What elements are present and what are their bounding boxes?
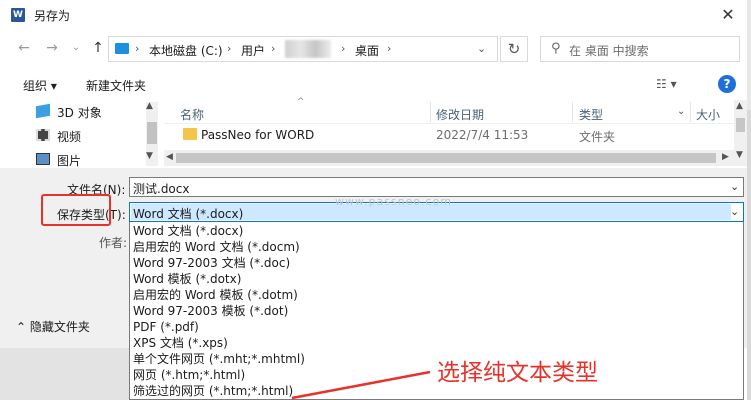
column-size[interactable]: 大小 [696,106,720,123]
horizontal-scroll-thumb[interactable] [176,153,716,163]
background-strip [747,110,751,400]
dropdown-option[interactable]: 筛选过的网页 (*.htm;*.html) [133,384,293,399]
breadcrumb-users[interactable]: 用户 [241,42,265,59]
scroll-down-icon[interactable]: ▼ [146,151,153,161]
organize-button[interactable]: 组织 ▾ [23,77,57,94]
dialog-title: 另存为 [34,9,71,23]
scroll-up-icon[interactable]: ▲ [146,101,153,111]
column-divider[interactable] [430,102,431,122]
dropdown-option[interactable]: 单个文件网页 (*.mht;*.mhtml) [133,352,305,367]
horizontal-scrollbar[interactable]: ◀ ▶ [164,150,734,166]
breadcrumb-separator-icon: › [387,42,392,55]
navpane-scroll-thumb[interactable] [147,122,157,144]
scroll-right-icon[interactable]: ▶ [722,152,729,162]
video-icon [36,129,50,141]
dropdown-option[interactable]: 网页 (*.htm;*.html) [133,368,245,383]
author-label: 作者: [99,236,128,250]
new-folder-button[interactable]: 新建文件夹 [86,77,146,94]
search-input[interactable]: ⚲ 在 桌面 中搜索 [540,36,740,62]
vertical-scroll-thumb[interactable] [736,118,745,132]
nav-item-3d-objects[interactable]: 3D 对象 [57,104,102,121]
column-divider[interactable] [690,102,691,122]
column-headers: ^ 名称 修改日期 类型 ⌄ 大小 [164,97,747,124]
filename-value: 测试.docx [133,182,190,196]
column-type[interactable]: 类型 [579,106,603,123]
scroll-left-icon[interactable]: ◀ [166,152,173,162]
sort-ascending-icon: ^ [297,97,305,107]
blurred-username [285,40,331,58]
nav-item-videos[interactable]: 视频 [57,128,81,145]
3d-objects-icon [36,103,50,119]
watermark: www.passneo.com [335,195,452,208]
navigation-pane: 3D 对象 视频 图片 [0,100,160,168]
back-arrow-icon[interactable]: ← [14,38,34,58]
help-icon[interactable]: ? [718,75,736,93]
toolbar: 组织 ▾ 新建文件夹 ☷ ▾ ? [0,70,747,100]
address-bar[interactable]: › 本地磁盘 (C:) › 用户 › › 桌面 › ⌄ [108,36,498,62]
refresh-icon[interactable]: ↻ [500,36,528,62]
folder-icon [183,128,197,140]
dropdown-option[interactable]: 启用宏的 Word 模板 (*.dotm) [133,288,298,303]
type-column-chevron-icon[interactable]: ⌄ [677,106,685,117]
hide-folders-label: 隐藏文件夹 [29,320,90,334]
file-name[interactable]: PassNeo for WORD [201,128,314,142]
chevron-up-icon: ⌃ [16,320,27,334]
save-as-dialog: W 另存为 ✕ ← → ⌄ ↑ › 本地磁盘 (C:) › 用户 › › 桌面 … [0,0,751,400]
pictures-icon [36,153,50,165]
dropdown-option[interactable]: PDF (*.pdf) [133,320,199,335]
forward-arrow-icon[interactable]: → [42,38,62,58]
address-dropdown-icon[interactable]: ⌄ [477,42,486,55]
filename-field[interactable]: 测试.docx ⌄ [129,177,744,197]
file-date: 2022/7/4 11:53 [436,128,529,142]
dropdown-option[interactable]: Word 97-2003 文档 (*.doc) [133,256,290,271]
chevron-down-icon[interactable]: ⌄ [730,180,739,193]
view-options-icon[interactable]: ☷ ▾ [656,77,677,91]
breadcrumb-separator-icon: › [341,42,346,55]
dropdown-option[interactable]: XPS 文档 (*.xps) [133,336,228,351]
up-arrow-icon[interactable]: ↑ [88,38,108,58]
column-date[interactable]: 修改日期 [436,106,484,123]
annotation-text: 选择纯文本类型 [437,360,598,386]
breadcrumb-separator-icon: › [227,42,232,55]
scroll-down-icon[interactable]: ▼ [736,150,743,160]
file-type: 文件夹 [579,130,616,144]
scroll-up-icon[interactable]: ▲ [736,101,743,111]
breadcrumb-desktop[interactable]: 桌面 [355,42,379,59]
dropdown-option[interactable]: Word 97-2003 模板 (*.dot) [133,304,288,319]
annotation-arrow [291,370,431,400]
hide-folders-toggle[interactable]: ⌃ 隐藏文件夹 [16,318,90,335]
recent-chevron-icon[interactable]: ⌄ [66,38,86,58]
address-row: ← → ⌄ ↑ › 本地磁盘 (C:) › 用户 › › 桌面 › ⌄ ↻ ⚲ … [0,30,747,68]
file-row[interactable]: PassNeo for WORD 2022/7/4 11:53 文件夹 [164,124,734,146]
chevron-down-icon[interactable]: ⌄ [730,205,739,218]
breadcrumb-separator-icon: › [271,42,276,55]
highlight-box [41,194,111,226]
column-name[interactable]: 名称 [180,106,204,123]
close-icon[interactable]: ✕ [715,4,741,26]
dropdown-option[interactable]: Word 文档 (*.docx) [133,224,243,239]
nav-item-pictures[interactable]: 图片 [57,152,81,169]
dropdown-option[interactable]: 启用宏的 Word 文档 (*.docm) [133,240,300,255]
breadcrumb-separator-icon: › [135,42,140,55]
breadcrumb-drive[interactable]: 本地磁盘 (C:) [149,42,223,59]
search-placeholder: 在 桌面 中搜索 [569,44,649,58]
column-divider[interactable] [572,102,573,122]
search-icon: ⚲ [551,41,561,56]
drive-icon [115,43,129,54]
savetype-value: Word 文档 (*.docx) [133,207,244,221]
title-bar: W 另存为 ✕ [0,0,747,30]
word-app-icon: W [11,8,25,22]
dropdown-option[interactable]: Word 模板 (*.dotx) [133,272,241,287]
background-strip [0,348,130,400]
